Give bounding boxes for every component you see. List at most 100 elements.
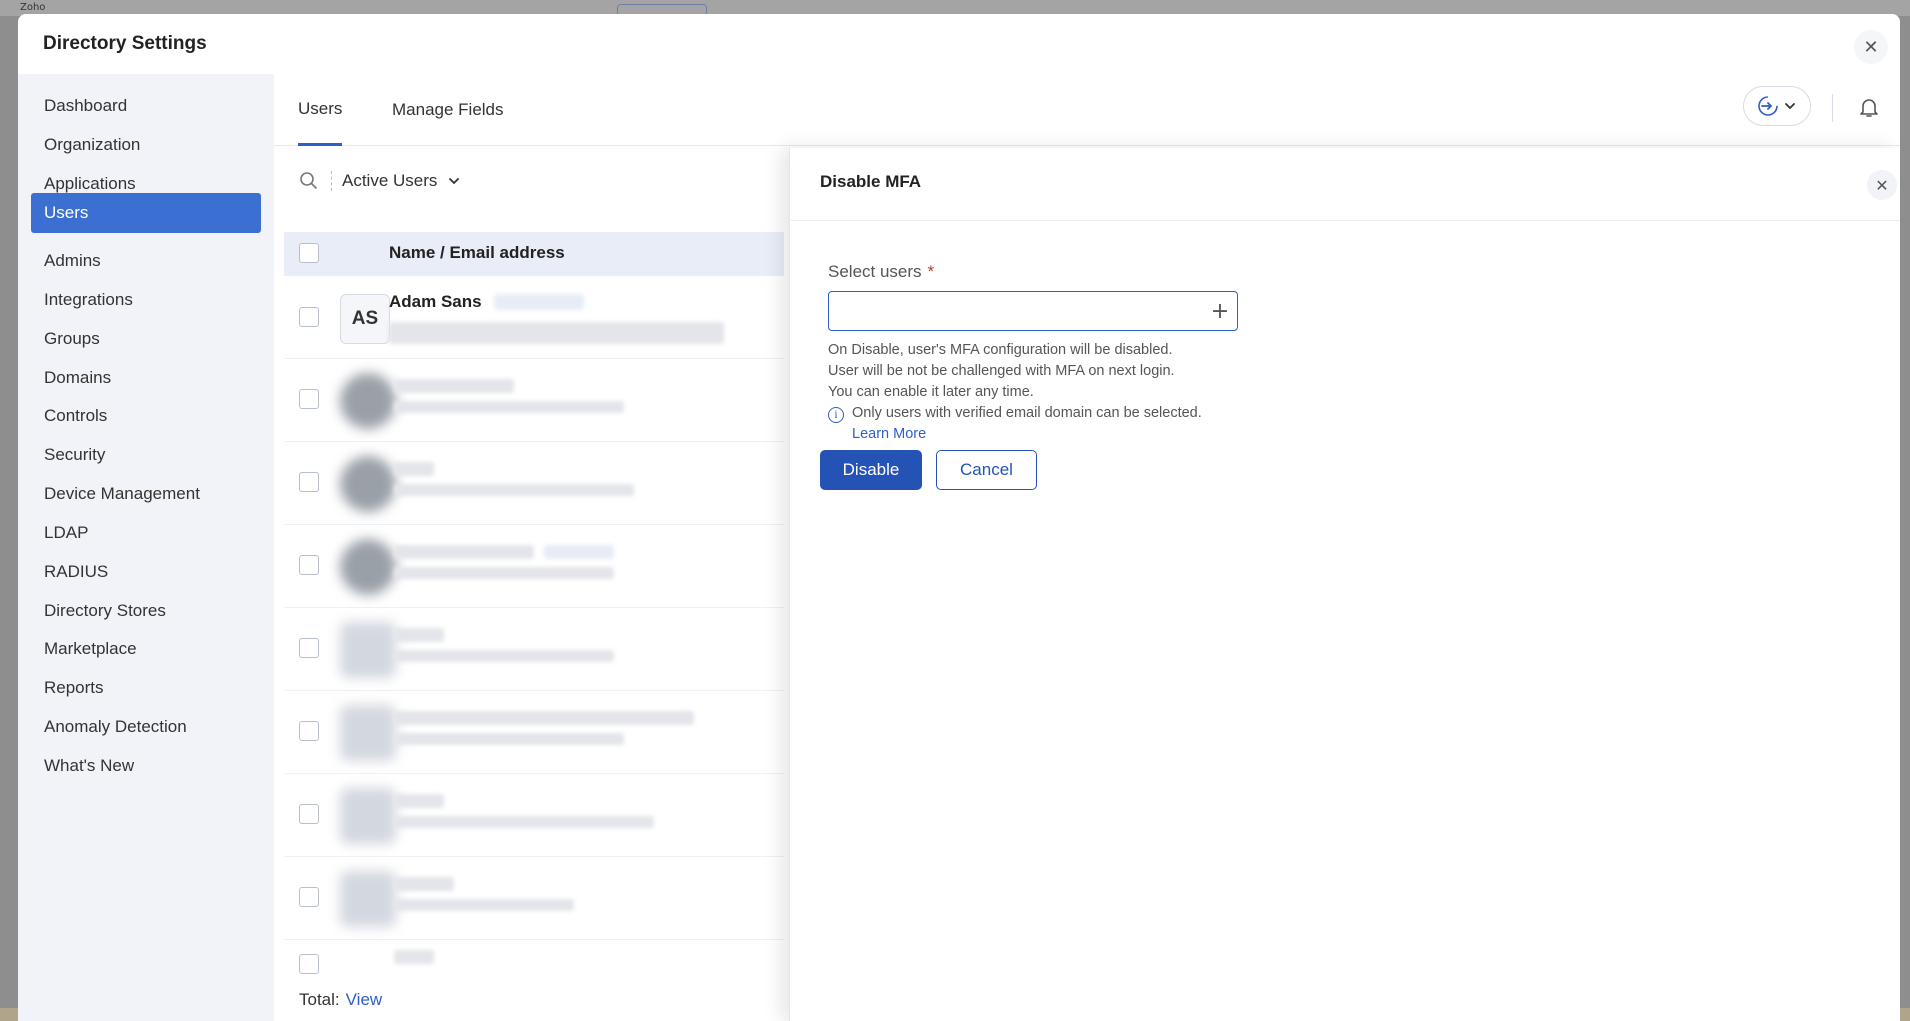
sidebar-item-controls[interactable]: Controls <box>31 396 261 436</box>
user-name[interactable]: Adam Sans <box>389 292 482 312</box>
tab-bar: Users Manage Fields <box>274 74 1900 146</box>
sidebar-item-whats-new[interactable]: What's New <box>31 746 261 786</box>
blurred-name <box>394 545 534 559</box>
disable-help-text: On Disable, user's MFA configuration wil… <box>828 342 1175 400</box>
blurred-name <box>394 877 454 891</box>
blurred-name <box>394 711 694 725</box>
sidebar-item-users[interactable]: Users <box>31 193 261 233</box>
disable-button[interactable]: Disable <box>820 450 922 490</box>
row-checkbox[interactable] <box>299 954 319 974</box>
blurred-email <box>389 322 724 344</box>
sidebar-item-radius[interactable]: RADIUS <box>31 552 261 592</box>
row-checkbox[interactable] <box>299 307 319 327</box>
row-checkbox[interactable] <box>299 555 319 575</box>
row-checkbox[interactable] <box>299 721 319 741</box>
cancel-button[interactable]: Cancel <box>936 450 1037 490</box>
sidebar-item-ldap[interactable]: LDAP <box>31 513 261 553</box>
blurred-email <box>394 899 574 911</box>
chevron-down-icon[interactable] <box>447 174 461 188</box>
select-users-field[interactable]: + <box>828 291 1238 331</box>
row-checkbox[interactable] <box>299 472 319 492</box>
table-row[interactable] <box>284 442 784 525</box>
active-users-filter[interactable]: Active Users <box>342 171 437 191</box>
sidebar-item-integrations[interactable]: Integrations <box>31 280 261 320</box>
avatar <box>340 622 396 678</box>
sidebar-item-domains[interactable]: Domains <box>31 358 261 398</box>
table-header: Name / Email address <box>284 232 784 276</box>
table-row[interactable] <box>284 940 784 974</box>
table-row[interactable] <box>284 525 784 608</box>
close-icon[interactable]: ✕ <box>1867 170 1897 200</box>
view-total-link[interactable]: View <box>346 990 383 1009</box>
signin-arrow-icon <box>1758 96 1778 116</box>
chevron-down-icon <box>1785 103 1795 110</box>
sidebar-item-device-management[interactable]: Device Management <box>31 474 261 514</box>
sidebar-item-security[interactable]: Security <box>31 435 261 475</box>
table-row[interactable] <box>284 608 784 691</box>
learn-more-link[interactable]: Learn More <box>852 426 926 442</box>
blurred-email <box>394 733 624 745</box>
sidebar-item-anomaly-detection[interactable]: Anomaly Detection <box>31 707 261 747</box>
verified-domain-note: i Only users with verified email domain … <box>828 405 1202 423</box>
row-checkbox[interactable] <box>299 804 319 824</box>
total-count: Total: View <box>299 990 382 1010</box>
zoho-logo: Zoho <box>20 2 46 13</box>
blurred-badge <box>494 294 584 310</box>
avatar <box>340 788 396 844</box>
table-row[interactable] <box>284 774 784 857</box>
table-row[interactable] <box>284 359 784 442</box>
modal-header: Directory Settings ✕ <box>18 14 1900 74</box>
info-icon: i <box>828 407 844 423</box>
plus-icon[interactable]: + <box>1207 298 1233 324</box>
table-row[interactable]: AS Adam Sans <box>284 276 784 359</box>
sidebar-item-marketplace[interactable]: Marketplace <box>31 629 261 669</box>
search-icon[interactable] <box>299 171 319 191</box>
blurred-name <box>394 950 434 964</box>
select-users-label: Select users * <box>828 262 935 281</box>
row-checkbox[interactable] <box>299 638 319 658</box>
sidebar-item-organization[interactable]: Organization <box>31 125 261 165</box>
directory-settings-modal: Directory Settings ✕ Dashboard Organizat… <box>18 14 1900 1021</box>
row-checkbox[interactable] <box>299 887 319 907</box>
blurred-email <box>394 650 614 662</box>
filter-separator <box>331 171 332 191</box>
table-row[interactable] <box>284 857 784 940</box>
header-divider <box>1832 94 1833 122</box>
sidebar-item-dashboard[interactable]: Dashboard <box>31 86 261 126</box>
panel-header: Disable MFA ✕ <box>790 148 1900 221</box>
panel-title: Disable MFA <box>820 172 922 191</box>
sidebar: Dashboard Organization Applications User… <box>18 74 274 1021</box>
disable-mfa-panel: Disable MFA ✕ Select users * + On Disable… <box>789 148 1900 1021</box>
blurred-email <box>394 567 614 579</box>
close-icon[interactable]: ✕ <box>1854 30 1888 64</box>
avatar <box>340 871 396 927</box>
tab-manage-fields[interactable]: Manage Fields <box>392 74 504 146</box>
avatar <box>340 373 396 429</box>
total-label: Total: <box>299 990 340 1009</box>
row-checkbox[interactable] <box>299 389 319 409</box>
column-header-name: Name / Email address <box>389 243 565 262</box>
sidebar-item-directory-stores[interactable]: Directory Stores <box>31 591 261 631</box>
avatar <box>340 705 396 761</box>
blurred-email <box>394 484 634 496</box>
blurred-email <box>394 401 624 413</box>
select-users-input[interactable] <box>837 300 1197 322</box>
actions-dropdown-button[interactable] <box>1743 86 1811 126</box>
bell-icon[interactable] <box>1854 92 1884 122</box>
blurred-name <box>394 794 444 808</box>
select-all-checkbox[interactable] <box>299 243 319 263</box>
sidebar-item-groups[interactable]: Groups <box>31 319 261 359</box>
blurred-badge <box>544 545 614 559</box>
tab-users[interactable]: Users <box>298 74 343 146</box>
modal-title: Directory Settings <box>43 33 207 54</box>
avatar <box>340 456 396 512</box>
required-asterisk: * <box>927 262 935 281</box>
blurred-email <box>394 816 654 828</box>
user-filter-bar: Active Users <box>299 166 461 196</box>
avatar <box>340 539 396 595</box>
blurred-name <box>394 462 434 476</box>
sidebar-item-reports[interactable]: Reports <box>31 668 261 708</box>
blurred-name <box>394 379 514 393</box>
table-row[interactable] <box>284 691 784 774</box>
sidebar-item-admins[interactable]: Admins <box>31 241 261 281</box>
